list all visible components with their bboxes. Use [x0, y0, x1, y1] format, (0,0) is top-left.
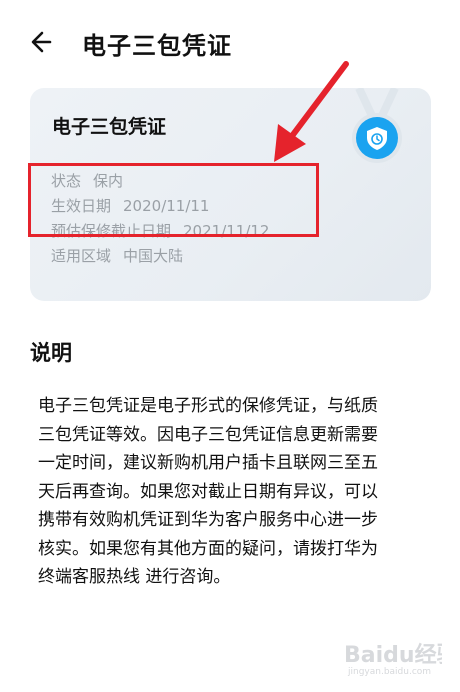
section-title: 说明 [30, 341, 72, 365]
page-title: 电子三包凭证 [82, 32, 232, 60]
region-row: 适用区域 中国大陆 [51, 245, 183, 266]
card-title: 电子三包凭证 [52, 116, 167, 138]
baidu-watermark-logo: Baidu经验 jingyan.baidu.com [344, 642, 442, 676]
watermark-sub: jingyan.baidu.com [347, 667, 431, 676]
description-text: 电子三包凭证是电子形式的保修凭证，与纸质 三包凭证等效。因电子三包凭证信息更新需… [38, 396, 378, 587]
back-arrow-icon[interactable] [28, 26, 60, 58]
app-header: 电子三包凭证 [0, 0, 460, 88]
region-value: 中国大陆 [123, 247, 184, 265]
region-label: 适用区域 [51, 247, 112, 265]
watermark-text: Baidu经验 [344, 642, 442, 668]
annotation-arrow-icon [274, 61, 349, 162]
highlight-box [28, 163, 319, 237]
